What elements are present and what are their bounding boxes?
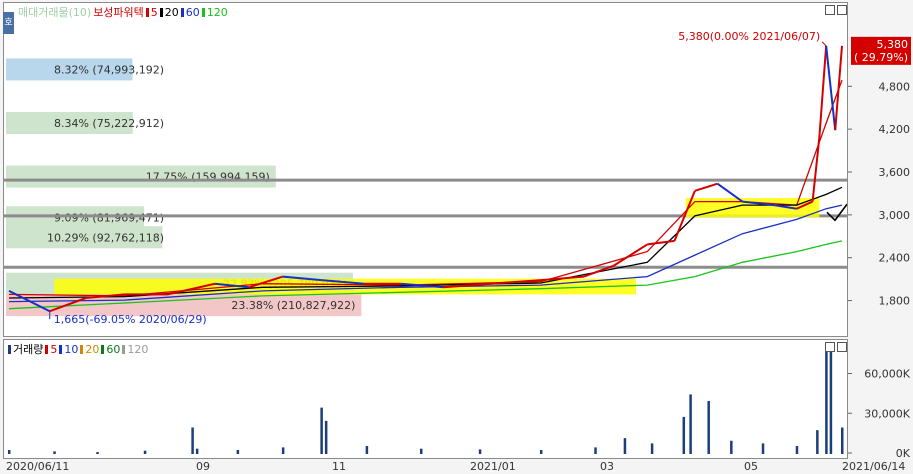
legend-swatch xyxy=(201,8,205,17)
date-label: 2020/06/11 xyxy=(6,460,69,473)
volume-bar xyxy=(236,450,240,454)
last-price-value: 5,380 xyxy=(877,38,909,51)
price-tick-label: 3,000 xyxy=(879,209,911,222)
close-button[interactable] xyxy=(837,5,847,15)
volume-bar xyxy=(324,420,328,454)
ma-line-5 xyxy=(8,79,843,297)
date-label: 09 xyxy=(196,460,210,473)
volume-bar xyxy=(689,394,692,454)
volume-bar xyxy=(650,443,654,454)
price-chart: 8.32% (74,993,192)8.34% (75,222,912)17.7… xyxy=(4,30,847,326)
volume-bar xyxy=(825,350,828,454)
legend-swatch xyxy=(159,8,163,17)
legend-item[interactable]: 보성파워텍 xyxy=(93,6,144,19)
legend-item[interactable]: 20 xyxy=(165,6,179,19)
volume-tick-label: 30,000K xyxy=(864,407,910,420)
side-tab-label: 호 xyxy=(4,18,13,28)
legend-item[interactable]: 5 xyxy=(151,6,158,19)
date-label: 11 xyxy=(332,460,346,473)
volume-bar xyxy=(419,448,423,454)
price-tick-label: 2,400 xyxy=(879,252,911,265)
volume-bar xyxy=(816,430,819,454)
volume-bar xyxy=(539,450,543,454)
volume-legend: 거래량 5 10 20 60 120 xyxy=(8,341,150,357)
volume-tick-label: 60,000K xyxy=(864,368,910,381)
volume-bar xyxy=(96,452,99,454)
volume-bar xyxy=(281,447,285,454)
legend-item[interactable]: 5 xyxy=(50,343,57,356)
price-segment xyxy=(811,137,821,202)
volume-profile-label: 8.32% (74,993,192) xyxy=(54,63,164,76)
low-annotation: 1,665(-69.05% 2020/06/29) xyxy=(54,313,207,326)
legend-item[interactable]: 20 xyxy=(85,343,99,356)
date-label: 05 xyxy=(744,460,758,473)
volume-bar xyxy=(707,401,710,454)
volume-bar xyxy=(478,449,482,454)
legend-item[interactable]: 120 xyxy=(127,343,148,356)
high-annotation: 5,380(0.00% 2021/06/07) xyxy=(678,30,820,43)
legend-item[interactable]: 60 xyxy=(186,6,200,19)
price-tick-label: 4,200 xyxy=(879,123,911,136)
last-price-change: ( 29.79%) xyxy=(854,51,908,64)
minimize-button[interactable] xyxy=(825,5,835,15)
legend-swatch xyxy=(80,345,84,354)
legend-swatch xyxy=(59,345,63,354)
legend-item[interactable]: 10 xyxy=(64,343,78,356)
volume-close-button[interactable] xyxy=(837,342,847,352)
volume-bar xyxy=(795,446,799,454)
volume-profile-label: 9.09% (81,969,471) xyxy=(54,211,164,224)
price-legend: 매대거래물(10) 보성파워텍 5 20 60 120 xyxy=(18,4,230,20)
chart-side-tab[interactable]: 호 xyxy=(3,12,14,34)
legend-item[interactable]: 60 xyxy=(106,343,120,356)
legend-item[interactable]: 120 xyxy=(207,6,228,19)
volume-bar xyxy=(53,451,56,454)
volume-bar xyxy=(191,427,194,454)
volume-bar xyxy=(320,407,323,454)
volume-bar xyxy=(594,447,597,454)
price-tick-label: 3,600 xyxy=(879,166,911,179)
last-price-tag xyxy=(851,36,911,65)
price-segment xyxy=(694,182,718,192)
legend-item[interactable]: 거래량 xyxy=(13,343,43,356)
volume-tick-label: 0K xyxy=(896,447,911,460)
volume-bar xyxy=(682,416,686,454)
volume-bar xyxy=(8,450,11,454)
price-segment xyxy=(818,45,828,138)
volume-bar xyxy=(841,427,844,454)
volume-bar xyxy=(730,440,733,454)
legend-item[interactable]: 매대거래물(10) xyxy=(18,6,91,19)
legend-swatch xyxy=(180,8,184,17)
price-chart-pane: 8.32% (74,993,192) 8.34% (75,222,912) 17.7… xyxy=(3,2,848,337)
legend-swatch xyxy=(45,345,49,354)
volume-profile-label: 23.38% (210,827,922) xyxy=(231,299,355,312)
volume-bar xyxy=(365,446,369,454)
volume-chart xyxy=(8,350,844,454)
price-segment xyxy=(825,45,837,131)
price-segment xyxy=(834,45,843,131)
legend-swatch xyxy=(8,345,11,354)
legend-swatch xyxy=(122,345,126,354)
date-label: 03 xyxy=(600,460,614,473)
volume-bar xyxy=(761,443,765,454)
date-label: 2021/06/14 xyxy=(842,460,905,473)
legend-swatch xyxy=(101,345,105,354)
volume-chart-pane xyxy=(3,339,848,459)
high-annotation-arrow xyxy=(821,41,827,47)
volume-profile-label: 8.34% (75,222,912) xyxy=(54,117,164,130)
volume-bar xyxy=(623,438,627,454)
legend-swatch xyxy=(145,8,149,17)
volume-bar xyxy=(829,350,833,454)
volume-profile-label: 10.29% (92,762,118) xyxy=(47,231,164,244)
volume-minimize-button[interactable] xyxy=(825,342,835,352)
price-tick-label: 4,800 xyxy=(879,80,911,93)
price-tick-label: 1,800 xyxy=(879,295,911,308)
volume-bar xyxy=(143,450,147,454)
price-segment xyxy=(647,239,675,246)
volume-bar xyxy=(195,448,199,454)
date-label: 2021/01 xyxy=(470,460,516,473)
